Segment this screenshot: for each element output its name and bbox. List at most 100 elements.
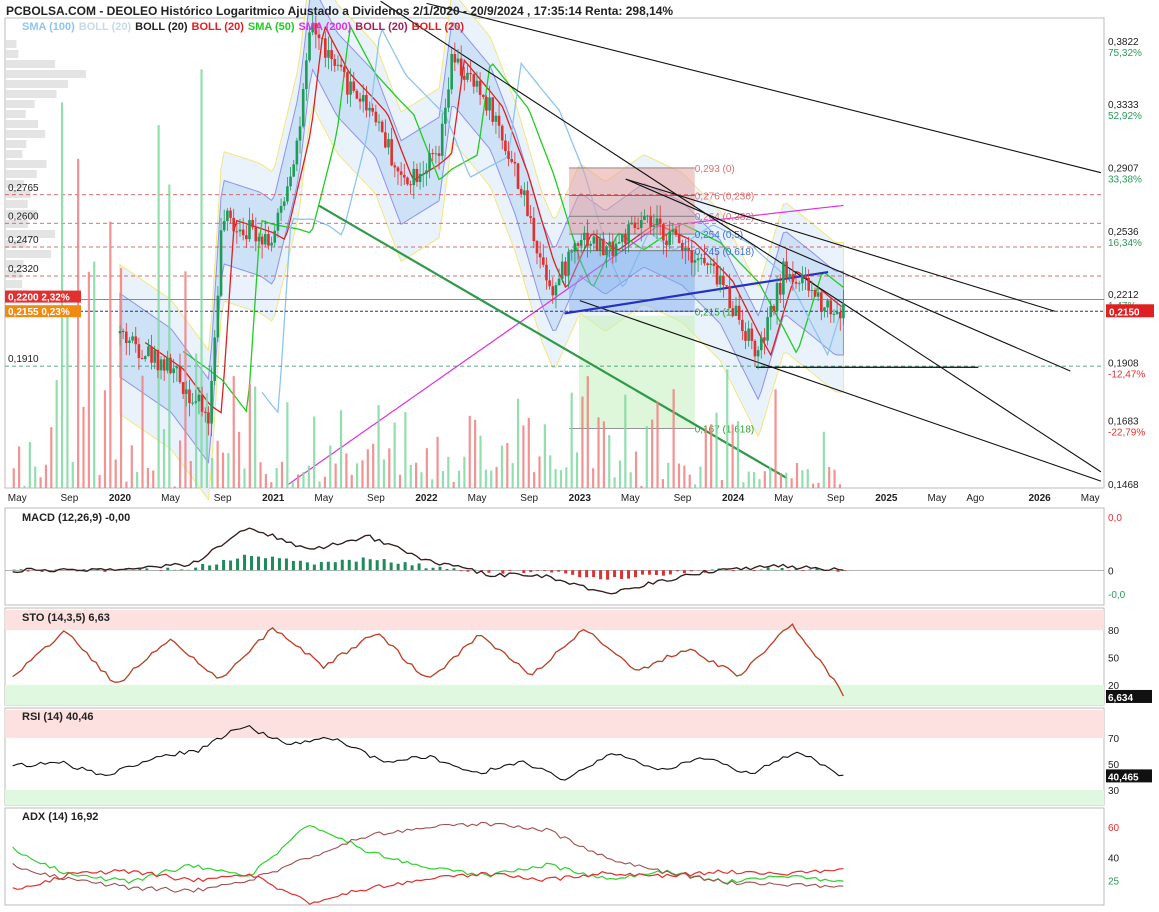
candle-body xyxy=(624,233,627,244)
volume-bar xyxy=(522,425,525,488)
legend-entry: BOLL (20) xyxy=(78,21,132,33)
rsi-axis-tick: 30 xyxy=(1108,786,1120,797)
candle-body xyxy=(463,75,466,80)
candle-body xyxy=(516,163,520,189)
candle-body xyxy=(602,238,605,256)
candle-body xyxy=(681,243,684,251)
candle-body xyxy=(586,232,589,246)
macd-histogram-bar xyxy=(180,569,184,571)
candle-body xyxy=(722,275,725,286)
macd-histogram-bar xyxy=(319,562,323,571)
macd-histogram-bar xyxy=(403,562,407,571)
volume-bar xyxy=(474,419,477,488)
candle-body xyxy=(687,247,690,251)
volume-bar xyxy=(640,485,643,488)
candle-body xyxy=(529,216,532,218)
candle-body xyxy=(216,295,220,338)
candle-body xyxy=(191,402,194,404)
sto-axis-tick: 80 xyxy=(1108,626,1120,637)
macd-histogram-bar xyxy=(396,563,400,571)
volume-bar xyxy=(554,469,557,488)
volume-bar xyxy=(420,472,423,488)
candle-body xyxy=(608,241,611,247)
volume-bar xyxy=(12,468,15,488)
candle-body xyxy=(317,34,321,39)
candle-body xyxy=(241,229,245,236)
macd-axis-tick: 0,0 xyxy=(1108,513,1122,524)
volume-bar xyxy=(463,456,466,488)
candle-body xyxy=(570,251,574,253)
macd-histogram-bar xyxy=(529,570,533,573)
candle-body xyxy=(820,292,823,312)
candle-body xyxy=(775,282,779,311)
candle-body xyxy=(671,229,675,232)
volume-bar xyxy=(28,441,31,488)
volume-bar xyxy=(699,466,702,488)
pct-axis-tick: -12,47% xyxy=(1108,370,1145,381)
volume-bar xyxy=(152,470,155,488)
volume-bar xyxy=(651,419,654,488)
candle-body xyxy=(769,306,773,318)
candle-body xyxy=(693,260,697,263)
candle-body xyxy=(842,303,845,319)
macd-histogram-bar xyxy=(340,559,344,571)
macd-line xyxy=(12,527,844,595)
candle-body xyxy=(785,261,788,279)
adx-line xyxy=(12,821,844,893)
candle-body xyxy=(118,331,122,334)
horizontal-level-label: 0,1910 xyxy=(8,354,39,365)
candle-body xyxy=(172,368,175,374)
candle-body xyxy=(696,258,700,261)
price-axis-tick: 0,1908 xyxy=(1108,359,1139,370)
volume-bar xyxy=(838,484,842,488)
candle-body xyxy=(826,300,829,308)
x-axis-tick: May xyxy=(161,493,180,504)
macd-histogram-bar xyxy=(710,569,714,571)
macd-histogram-bar xyxy=(836,570,840,572)
adx-title: ADX (14) 16,92 xyxy=(22,811,99,823)
x-axis-tick: May xyxy=(468,493,487,504)
volume-bar xyxy=(731,424,734,488)
candle-body xyxy=(633,222,637,228)
macd-histogram-bar xyxy=(229,560,233,571)
candle-body xyxy=(804,275,807,279)
indicator-panel-frame xyxy=(4,807,1105,906)
candle-body xyxy=(813,289,817,297)
macd-histogram-bar xyxy=(333,562,337,571)
candle-body xyxy=(402,174,406,178)
candle-body xyxy=(797,283,801,285)
volume-bar xyxy=(693,484,697,488)
candle-body xyxy=(245,235,248,240)
x-axis-tick: Sep xyxy=(60,493,78,504)
candle-body xyxy=(643,215,646,221)
x-axis-tick: 2023 xyxy=(569,493,592,504)
macd-histogram-bar xyxy=(361,557,365,571)
candle-body xyxy=(235,231,239,233)
candle-body xyxy=(134,336,138,345)
candle-body xyxy=(327,50,330,58)
candle-body xyxy=(406,177,409,185)
adx-minus-di-line xyxy=(12,868,844,905)
macd-histogram-bar xyxy=(501,570,505,574)
macd-histogram-bar xyxy=(354,561,358,571)
volume-bar xyxy=(645,426,648,488)
volume-bar xyxy=(618,460,622,488)
volume-bar xyxy=(447,456,450,488)
rsi-overbought-zone xyxy=(5,710,1104,738)
horizontal-level-label: 0,2600 xyxy=(8,211,39,222)
candle-body xyxy=(646,215,649,217)
macd-histogram-bar xyxy=(417,563,421,571)
volume-bar xyxy=(361,460,364,488)
candle-body xyxy=(320,38,324,40)
candle-body xyxy=(298,126,302,141)
volume-bar xyxy=(307,465,310,488)
volume-bar xyxy=(726,369,729,488)
volume-bar xyxy=(237,431,241,488)
volume-bar xyxy=(393,422,396,488)
candle-body xyxy=(595,236,599,251)
left-price-tag-label: 0,2200 2,32% xyxy=(8,293,70,304)
candle-body xyxy=(393,165,397,168)
x-axis-tick: Sep xyxy=(214,493,232,504)
candle-body xyxy=(668,231,671,245)
volume-bar xyxy=(812,483,815,488)
